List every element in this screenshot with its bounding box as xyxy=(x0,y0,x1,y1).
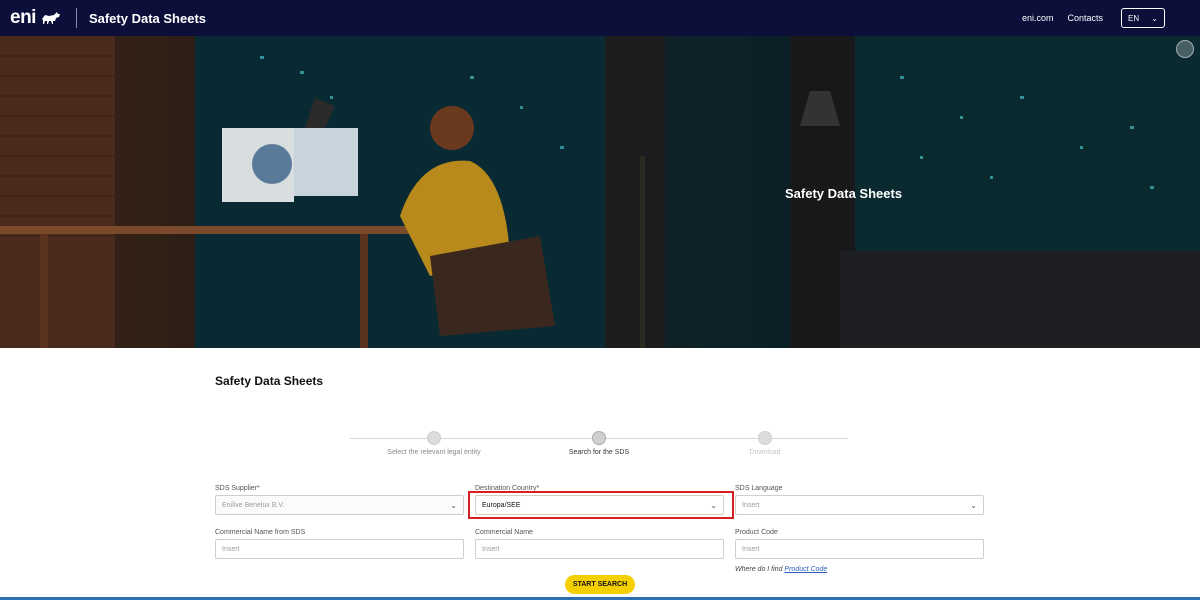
select-value: Enilive Benelux B.V. xyxy=(222,501,285,509)
step-label: Download xyxy=(749,449,781,456)
start-search-button[interactable]: START SEARCH xyxy=(565,575,635,594)
language-selector[interactable]: EN ⌄ xyxy=(1121,8,1165,28)
step-search: Search for the SDS xyxy=(519,430,679,456)
sds-language-field: SDS Language Insert ⌄ xyxy=(735,485,984,515)
page-title: Safety Data Sheets xyxy=(215,374,324,388)
step-dot xyxy=(758,431,772,445)
sds-language-select[interactable]: Insert ⌄ xyxy=(735,495,984,515)
step-dot xyxy=(427,431,441,445)
product-code-field: Product Code Insert xyxy=(735,529,984,559)
hero-image xyxy=(0,36,1200,348)
chevron-down-icon: ⌄ xyxy=(450,500,457,510)
field-label: Product Code xyxy=(735,529,778,536)
product-code-input[interactable]: Insert xyxy=(735,539,984,559)
input-placeholder: Insert xyxy=(222,545,240,553)
sds-supplier-field: SDS Supplier* Enilive Benelux B.V. ⌄ xyxy=(215,485,464,515)
six-legged-dog-icon xyxy=(41,12,60,24)
commercial-name-sds-field: Commercial Name from SDS Insert xyxy=(215,529,464,559)
logo-text: eni xyxy=(10,7,36,28)
field-label: SDS Supplier* xyxy=(215,485,260,492)
chevron-down-icon: ⌄ xyxy=(970,500,977,510)
hero-banner: Safety Data Sheets xyxy=(0,36,1200,348)
step-legal-entity[interactable]: Select the relevant legal entity xyxy=(354,430,514,456)
commercial-name-field: Commercial Name Insert xyxy=(475,529,724,559)
chevron-down-icon: ⌄ xyxy=(710,500,717,510)
commercial-name-sds-input[interactable]: Insert xyxy=(215,539,464,559)
product-code-help-link[interactable]: Product Code xyxy=(784,566,827,573)
field-label: SDS Language xyxy=(735,485,783,492)
header-nav: eni.com Contacts EN ⌄ xyxy=(1022,8,1190,28)
chevron-down-icon: ⌄ xyxy=(1151,13,1158,23)
contacts-link[interactable]: Contacts xyxy=(1067,13,1103,23)
help-prefix: Where do I find xyxy=(735,566,783,573)
commercial-name-input[interactable]: Insert xyxy=(475,539,724,559)
field-label: Destination Country* xyxy=(475,485,540,492)
field-label: Commercial Name xyxy=(475,529,533,536)
sds-supplier-select[interactable]: Enilive Benelux B.V. ⌄ xyxy=(215,495,464,515)
input-placeholder: Insert xyxy=(742,545,760,553)
progress-stepper: Select the relevant legal entity Search … xyxy=(350,430,850,460)
select-placeholder: Insert xyxy=(742,501,760,509)
field-label: Commercial Name from SDS xyxy=(215,529,306,536)
step-dot xyxy=(592,431,606,445)
language-value: EN xyxy=(1128,13,1140,23)
input-placeholder: Insert xyxy=(482,545,500,553)
eni-logo[interactable]: eni xyxy=(10,7,62,29)
step-label: Search for the SDS xyxy=(568,449,630,456)
step-label: Select the relevant legal entity xyxy=(387,449,481,456)
hero-title: Safety Data Sheets xyxy=(785,186,903,201)
header-divider xyxy=(75,8,77,28)
destination-country-select[interactable]: Europa/SEE ⌄ xyxy=(475,495,724,515)
header-title: Safety Data Sheets xyxy=(88,10,207,26)
destination-country-field: Destination Country* Europa/SEE ⌄ xyxy=(475,485,724,515)
step-download: Download xyxy=(685,430,845,456)
select-value: Europa/SEE xyxy=(482,501,521,509)
eni-com-link[interactable]: eni.com xyxy=(1022,13,1054,23)
product-code-help: Where do I find Product Code xyxy=(735,566,827,573)
accessibility-icon[interactable] xyxy=(1176,40,1194,58)
top-header: eni Safety Data Sheets eni.com Contacts … xyxy=(0,0,1200,36)
